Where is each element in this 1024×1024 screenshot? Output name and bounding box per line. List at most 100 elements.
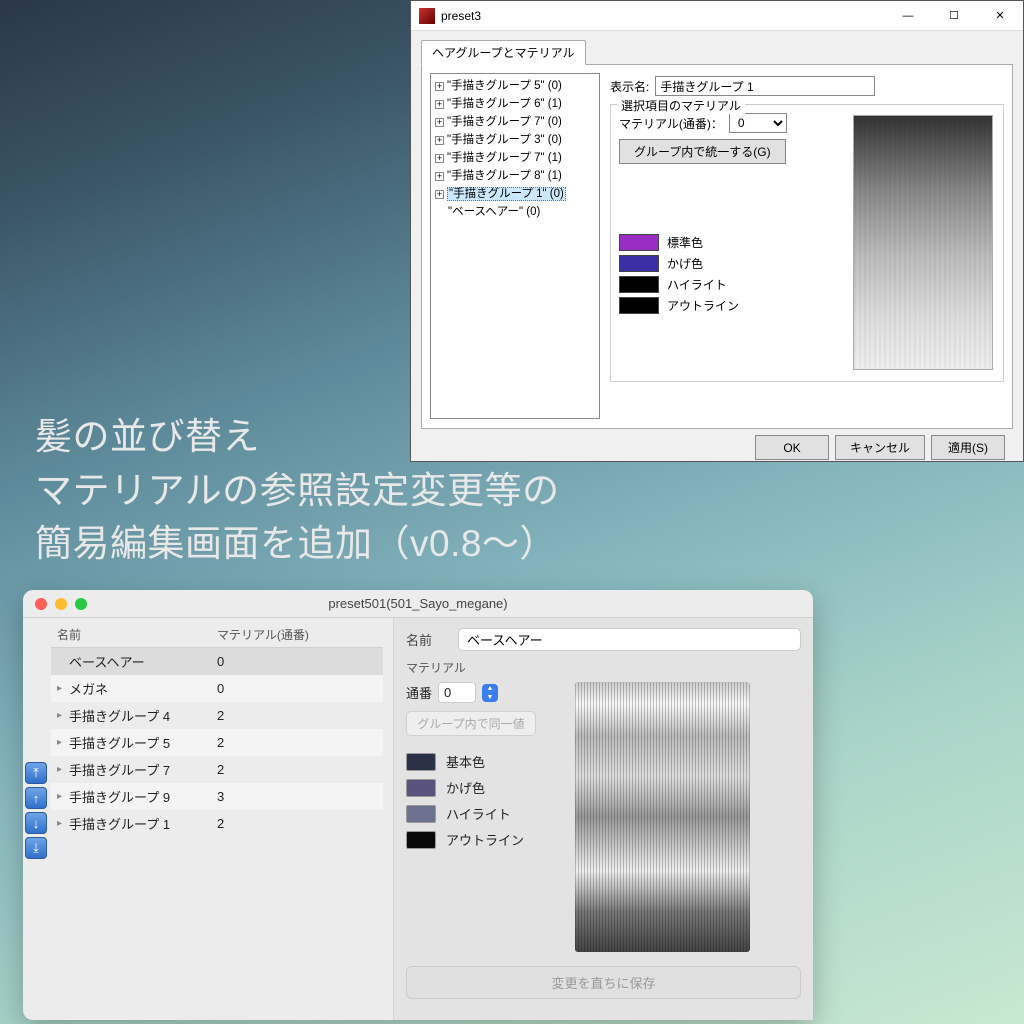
- window-title: preset3: [441, 9, 885, 23]
- tree-item-label: "手描きグループ 8" (1): [447, 170, 562, 182]
- color-label: 基本色: [446, 752, 485, 771]
- same-value-in-group-button: グループ内で同一値: [406, 711, 536, 736]
- move-up-button[interactable]: ↑: [25, 787, 47, 809]
- tree-item[interactable]: "ベースヘアー" (0): [433, 203, 597, 221]
- ok-button[interactable]: OK: [755, 435, 829, 460]
- save-changes-button: 変更を直ちに保存: [406, 966, 801, 999]
- row-name: 手描きグループ 4: [69, 706, 217, 725]
- table-row[interactable]: ▸手描きグループ 72: [51, 756, 383, 783]
- table-row[interactable]: ▸手描きグループ 42: [51, 702, 383, 729]
- tree-item[interactable]: +"手描きグループ 1" (0): [433, 185, 597, 203]
- table-row[interactable]: ベースヘアー0: [51, 648, 383, 675]
- tree-item-label: "手描きグループ 5" (0): [447, 80, 562, 92]
- tree-item-label: "手描きグループ 7" (1): [447, 152, 562, 164]
- color-swatch[interactable]: [406, 753, 436, 771]
- row-material: 2: [217, 735, 224, 750]
- cancel-button[interactable]: キャンセル: [835, 435, 925, 460]
- material-serial-label: マテリアル(通番)：: [619, 115, 723, 132]
- serial-number-input[interactable]: 0: [438, 682, 476, 703]
- table-row[interactable]: ▸手描きグループ 93: [51, 783, 383, 810]
- expand-icon[interactable]: +: [435, 190, 444, 199]
- tab-hairgroup-material[interactable]: ヘアグループとマテリアル: [421, 40, 586, 65]
- table-row[interactable]: ▸手描きグループ 52: [51, 729, 383, 756]
- row-material: 2: [217, 762, 224, 777]
- mac-window-title: preset501(501_Sayo_megane): [328, 596, 507, 611]
- column-name[interactable]: 名前: [57, 626, 217, 643]
- hair-group-tree[interactable]: +"手描きグループ 5" (0)+"手描きグループ 6" (1)+"手描きグルー…: [430, 73, 600, 419]
- row-material: 2: [217, 816, 224, 831]
- color-swatch[interactable]: [619, 297, 659, 314]
- disclosure-icon[interactable]: ▸: [57, 737, 69, 748]
- disclosure-icon[interactable]: ▸: [57, 683, 69, 694]
- display-name-input[interactable]: [655, 76, 875, 96]
- column-material[interactable]: マテリアル(通番): [217, 626, 309, 643]
- maximize-button[interactable]: ☐: [931, 1, 977, 30]
- disclosure-icon[interactable]: ▸: [57, 710, 69, 721]
- color-swatch[interactable]: [619, 276, 659, 293]
- tree-item[interactable]: +"手描きグループ 7" (1): [433, 149, 597, 167]
- disclosure-icon[interactable]: ▸: [57, 791, 69, 802]
- row-material: 2: [217, 708, 224, 723]
- caption-line-3: 簡易編集画面を追加（v0.8～）: [35, 517, 560, 571]
- color-label: かげ色: [667, 255, 703, 272]
- unify-in-group-button[interactable]: グループ内で統一する(G): [619, 139, 786, 164]
- traffic-close[interactable]: [35, 598, 47, 610]
- tree-item[interactable]: +"手描きグループ 6" (1): [433, 95, 597, 113]
- mac-material-preview: [575, 682, 750, 952]
- move-top-button[interactable]: ⤒: [25, 762, 47, 784]
- tree-item[interactable]: +"手描きグループ 5" (0): [433, 77, 597, 95]
- traffic-minimize[interactable]: [55, 598, 67, 610]
- table-row[interactable]: ▸メガネ0: [51, 675, 383, 702]
- hair-group-table[interactable]: ベースヘアー0▸メガネ0▸手描きグループ 42▸手描きグループ 52▸手描きグル…: [51, 648, 383, 837]
- tree-item-label: "手描きグループ 1" (0): [447, 187, 566, 201]
- serial-label: 通番: [406, 683, 432, 702]
- expand-icon[interactable]: +: [435, 172, 444, 181]
- color-label: かげ色: [446, 778, 485, 797]
- tree-item-label: "手描きグループ 3" (0): [447, 134, 562, 146]
- tree-item[interactable]: +"手描きグループ 3" (0): [433, 131, 597, 149]
- color-swatch[interactable]: [619, 234, 659, 251]
- expand-icon[interactable]: +: [435, 154, 444, 163]
- disclosure-icon[interactable]: ▸: [57, 764, 69, 775]
- display-name-label: 表示名:: [610, 78, 649, 95]
- mac-titlebar[interactable]: preset501(501_Sayo_megane): [23, 590, 813, 618]
- color-swatch[interactable]: [406, 779, 436, 797]
- table-header: 名前 マテリアル(通番): [51, 622, 383, 648]
- expand-icon[interactable]: +: [435, 136, 444, 145]
- color-row: 基本色: [406, 752, 561, 771]
- caption-line-2: マテリアルの参照設定変更等の: [35, 464, 560, 518]
- color-label: アウトライン: [667, 297, 739, 314]
- expand-icon[interactable]: +: [435, 118, 444, 127]
- row-name: 手描きグループ 7: [69, 760, 217, 779]
- move-down-button[interactable]: ↓: [25, 812, 47, 834]
- apply-button[interactable]: 適用(S): [931, 435, 1005, 460]
- traffic-zoom[interactable]: [75, 598, 87, 610]
- color-swatch[interactable]: [619, 255, 659, 272]
- color-label: 標準色: [667, 234, 703, 251]
- expand-icon[interactable]: +: [435, 82, 444, 91]
- minimize-button[interactable]: —: [885, 1, 931, 30]
- row-material: 0: [217, 681, 224, 696]
- color-label: アウトライン: [446, 830, 524, 849]
- row-material: 0: [217, 654, 224, 669]
- color-swatch[interactable]: [406, 831, 436, 849]
- row-name: 手描きグループ 9: [69, 787, 217, 806]
- tree-item[interactable]: +"手描きグループ 8" (1): [433, 167, 597, 185]
- disclosure-icon[interactable]: ▸: [57, 818, 69, 829]
- tree-item-label: "ベースヘアー" (0): [448, 206, 540, 218]
- name-field-input[interactable]: [458, 628, 801, 651]
- row-material: 3: [217, 789, 224, 804]
- move-bottom-button[interactable]: ⤓: [25, 837, 47, 859]
- close-button[interactable]: ✕: [977, 1, 1023, 30]
- row-name: 手描きグループ 1: [69, 814, 217, 833]
- expand-icon[interactable]: +: [435, 100, 444, 109]
- windows-titlebar[interactable]: preset3 — ☐ ✕: [411, 1, 1023, 31]
- row-name: ベースヘアー: [69, 652, 217, 671]
- serial-stepper[interactable]: ▲▼: [482, 684, 498, 702]
- material-serial-select[interactable]: 0: [729, 113, 787, 133]
- color-row: ハイライト: [406, 804, 561, 823]
- app-icon: [419, 8, 435, 24]
- tree-item[interactable]: +"手描きグループ 7" (0): [433, 113, 597, 131]
- color-swatch[interactable]: [406, 805, 436, 823]
- table-row[interactable]: ▸手描きグループ 12: [51, 810, 383, 837]
